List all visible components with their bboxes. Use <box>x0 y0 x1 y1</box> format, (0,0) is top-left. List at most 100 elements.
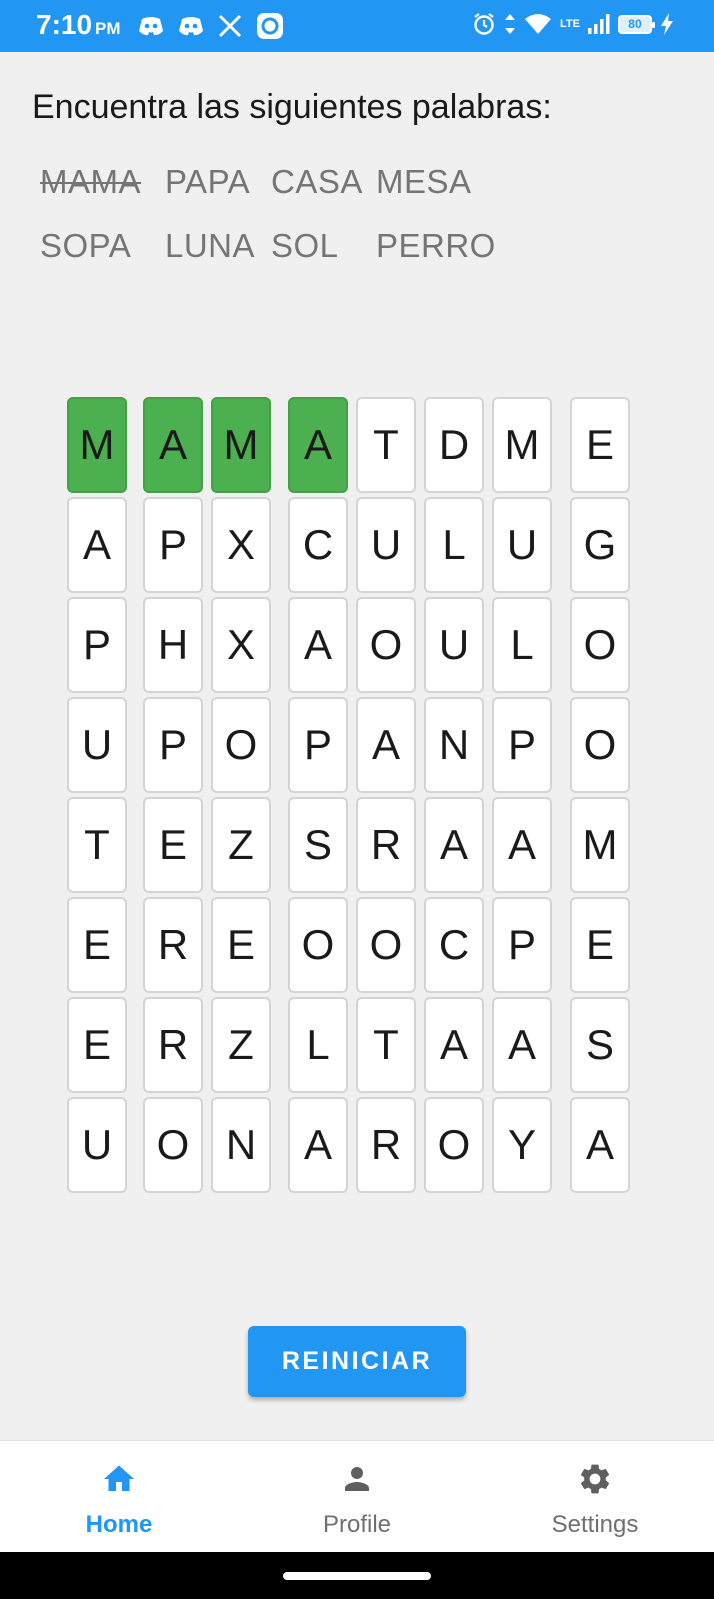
nav-item-settings[interactable]: Settings <box>476 1441 714 1553</box>
instructions-text: Encuentra las siguientes palabras: <box>32 88 552 126</box>
grid-cell[interactable]: P <box>288 697 348 793</box>
wifi-icon <box>525 14 551 34</box>
grid-cell[interactable]: D <box>424 397 484 493</box>
grid-cell[interactable]: M <box>67 397 127 493</box>
grid-cell[interactable]: P <box>143 697 203 793</box>
battery-icon: 80 <box>617 14 655 34</box>
grid-cell[interactable]: P <box>492 697 552 793</box>
reset-button[interactable]: REINICIAR <box>248 1326 466 1397</box>
nav-item-profile[interactable]: Profile <box>238 1441 476 1553</box>
grid-cell[interactable]: C <box>288 497 348 593</box>
grid-cell[interactable]: E <box>211 897 271 993</box>
grid-cell[interactable]: C <box>424 897 484 993</box>
grid-cell[interactable]: N <box>424 697 484 793</box>
grid-cell[interactable]: S <box>570 997 630 1093</box>
grid-cell[interactable]: T <box>67 797 127 893</box>
grid-cell[interactable]: R <box>143 997 203 1093</box>
grid-cell[interactable]: E <box>570 397 630 493</box>
grid-cell[interactable]: P <box>492 897 552 993</box>
word-item: LUNA <box>165 227 256 264</box>
grid-cell[interactable]: E <box>570 897 630 993</box>
grid-cell[interactable]: E <box>143 797 203 893</box>
grid-cell[interactable]: R <box>143 897 203 993</box>
grid-cell[interactable]: O <box>288 897 348 993</box>
gear-icon <box>580 1464 610 1494</box>
grid-cell[interactable]: U <box>492 497 552 593</box>
discord-icon <box>179 17 203 36</box>
grid-cell[interactable]: O <box>356 897 416 993</box>
home-icon <box>104 1465 134 1491</box>
grid-cell[interactable]: A <box>143 397 203 493</box>
grid-cell[interactable]: X <box>211 597 271 693</box>
grid-cell[interactable]: X <box>211 497 271 593</box>
person-icon <box>345 1467 369 1491</box>
word-item: SOPA <box>40 227 132 264</box>
grid-cell[interactable]: A <box>492 797 552 893</box>
word-item: MESA <box>376 163 472 200</box>
grid-cell[interactable]: Z <box>211 797 271 893</box>
grid-cell[interactable]: M <box>570 797 630 893</box>
grid-cell[interactable]: H <box>143 597 203 693</box>
nav-label-settings: Settings <box>551 1511 639 1538</box>
grid-cell[interactable]: A <box>67 497 127 593</box>
grid-cell[interactable]: E <box>67 897 127 993</box>
grid-cell[interactable]: P <box>143 497 203 593</box>
grid-cell[interactable]: A <box>288 597 348 693</box>
grid-cell[interactable]: U <box>67 1097 127 1193</box>
grid-cell[interactable]: Z <box>211 997 271 1093</box>
grid-cell[interactable]: E <box>67 997 127 1093</box>
grid-cell[interactable]: N <box>211 1097 271 1193</box>
alarm-icon <box>474 13 494 35</box>
grid-cell[interactable]: A <box>492 997 552 1093</box>
data-arrows-icon <box>505 14 515 34</box>
grid-cell[interactable]: R <box>356 797 416 893</box>
nav-label-profile: Profile <box>322 1511 392 1538</box>
grid-cell[interactable]: A <box>356 697 416 793</box>
grid-cell[interactable]: O <box>143 1097 203 1193</box>
grid-cell[interactable]: A <box>288 397 348 493</box>
battery-level: 80 <box>628 17 642 31</box>
notification-icons <box>138 12 284 40</box>
network-type: LTE <box>560 18 580 30</box>
grid-cell[interactable]: O <box>570 597 630 693</box>
system-status-icons: LTE 80 <box>472 12 674 36</box>
word-item: CASA <box>271 163 363 200</box>
grid-cell[interactable]: S <box>288 797 348 893</box>
word-item: MAMA <box>40 163 141 200</box>
grid-cell[interactable]: O <box>356 597 416 693</box>
word-item: SOL <box>271 227 339 264</box>
word-item: PERRO <box>376 227 496 264</box>
grid-cell[interactable]: A <box>424 997 484 1093</box>
word-item: PAPA <box>165 163 251 200</box>
grid-cell[interactable]: M <box>211 397 271 493</box>
grid-cell[interactable]: A <box>288 1097 348 1193</box>
nav-label-home: Home <box>85 1511 153 1538</box>
app-icon <box>257 13 283 39</box>
grid-cell[interactable]: A <box>424 797 484 893</box>
grid-cell[interactable]: L <box>492 597 552 693</box>
system-nav-bar <box>0 1552 714 1599</box>
grid-cell[interactable]: M <box>492 397 552 493</box>
grid-cell[interactable]: O <box>211 697 271 793</box>
grid-cell[interactable]: G <box>570 497 630 593</box>
bottom-nav: Home Profile Settings <box>0 1440 714 1553</box>
grid-cell[interactable]: T <box>356 997 416 1093</box>
signal-icon <box>587 14 610 34</box>
grid-cell[interactable]: L <box>288 997 348 1093</box>
grid-cell[interactable]: U <box>424 597 484 693</box>
grid-cell[interactable]: U <box>356 497 416 593</box>
grid-cell[interactable]: P <box>67 597 127 693</box>
grid-cell[interactable]: T <box>356 397 416 493</box>
grid-cell[interactable]: U <box>67 697 127 793</box>
status-time: 7:10 PM <box>36 9 121 40</box>
home-indicator[interactable] <box>283 1572 431 1580</box>
grid-cell[interactable]: A <box>570 1097 630 1193</box>
grid-cell[interactable]: O <box>424 1097 484 1193</box>
nav-item-home[interactable]: Home <box>0 1441 238 1553</box>
grid-cell[interactable]: R <box>356 1097 416 1193</box>
charging-icon <box>660 13 673 35</box>
status-time-suffix: PM <box>95 19 121 38</box>
grid-cell[interactable]: L <box>424 497 484 593</box>
grid-cell[interactable]: O <box>570 697 630 793</box>
grid-cell[interactable]: Y <box>492 1097 552 1193</box>
